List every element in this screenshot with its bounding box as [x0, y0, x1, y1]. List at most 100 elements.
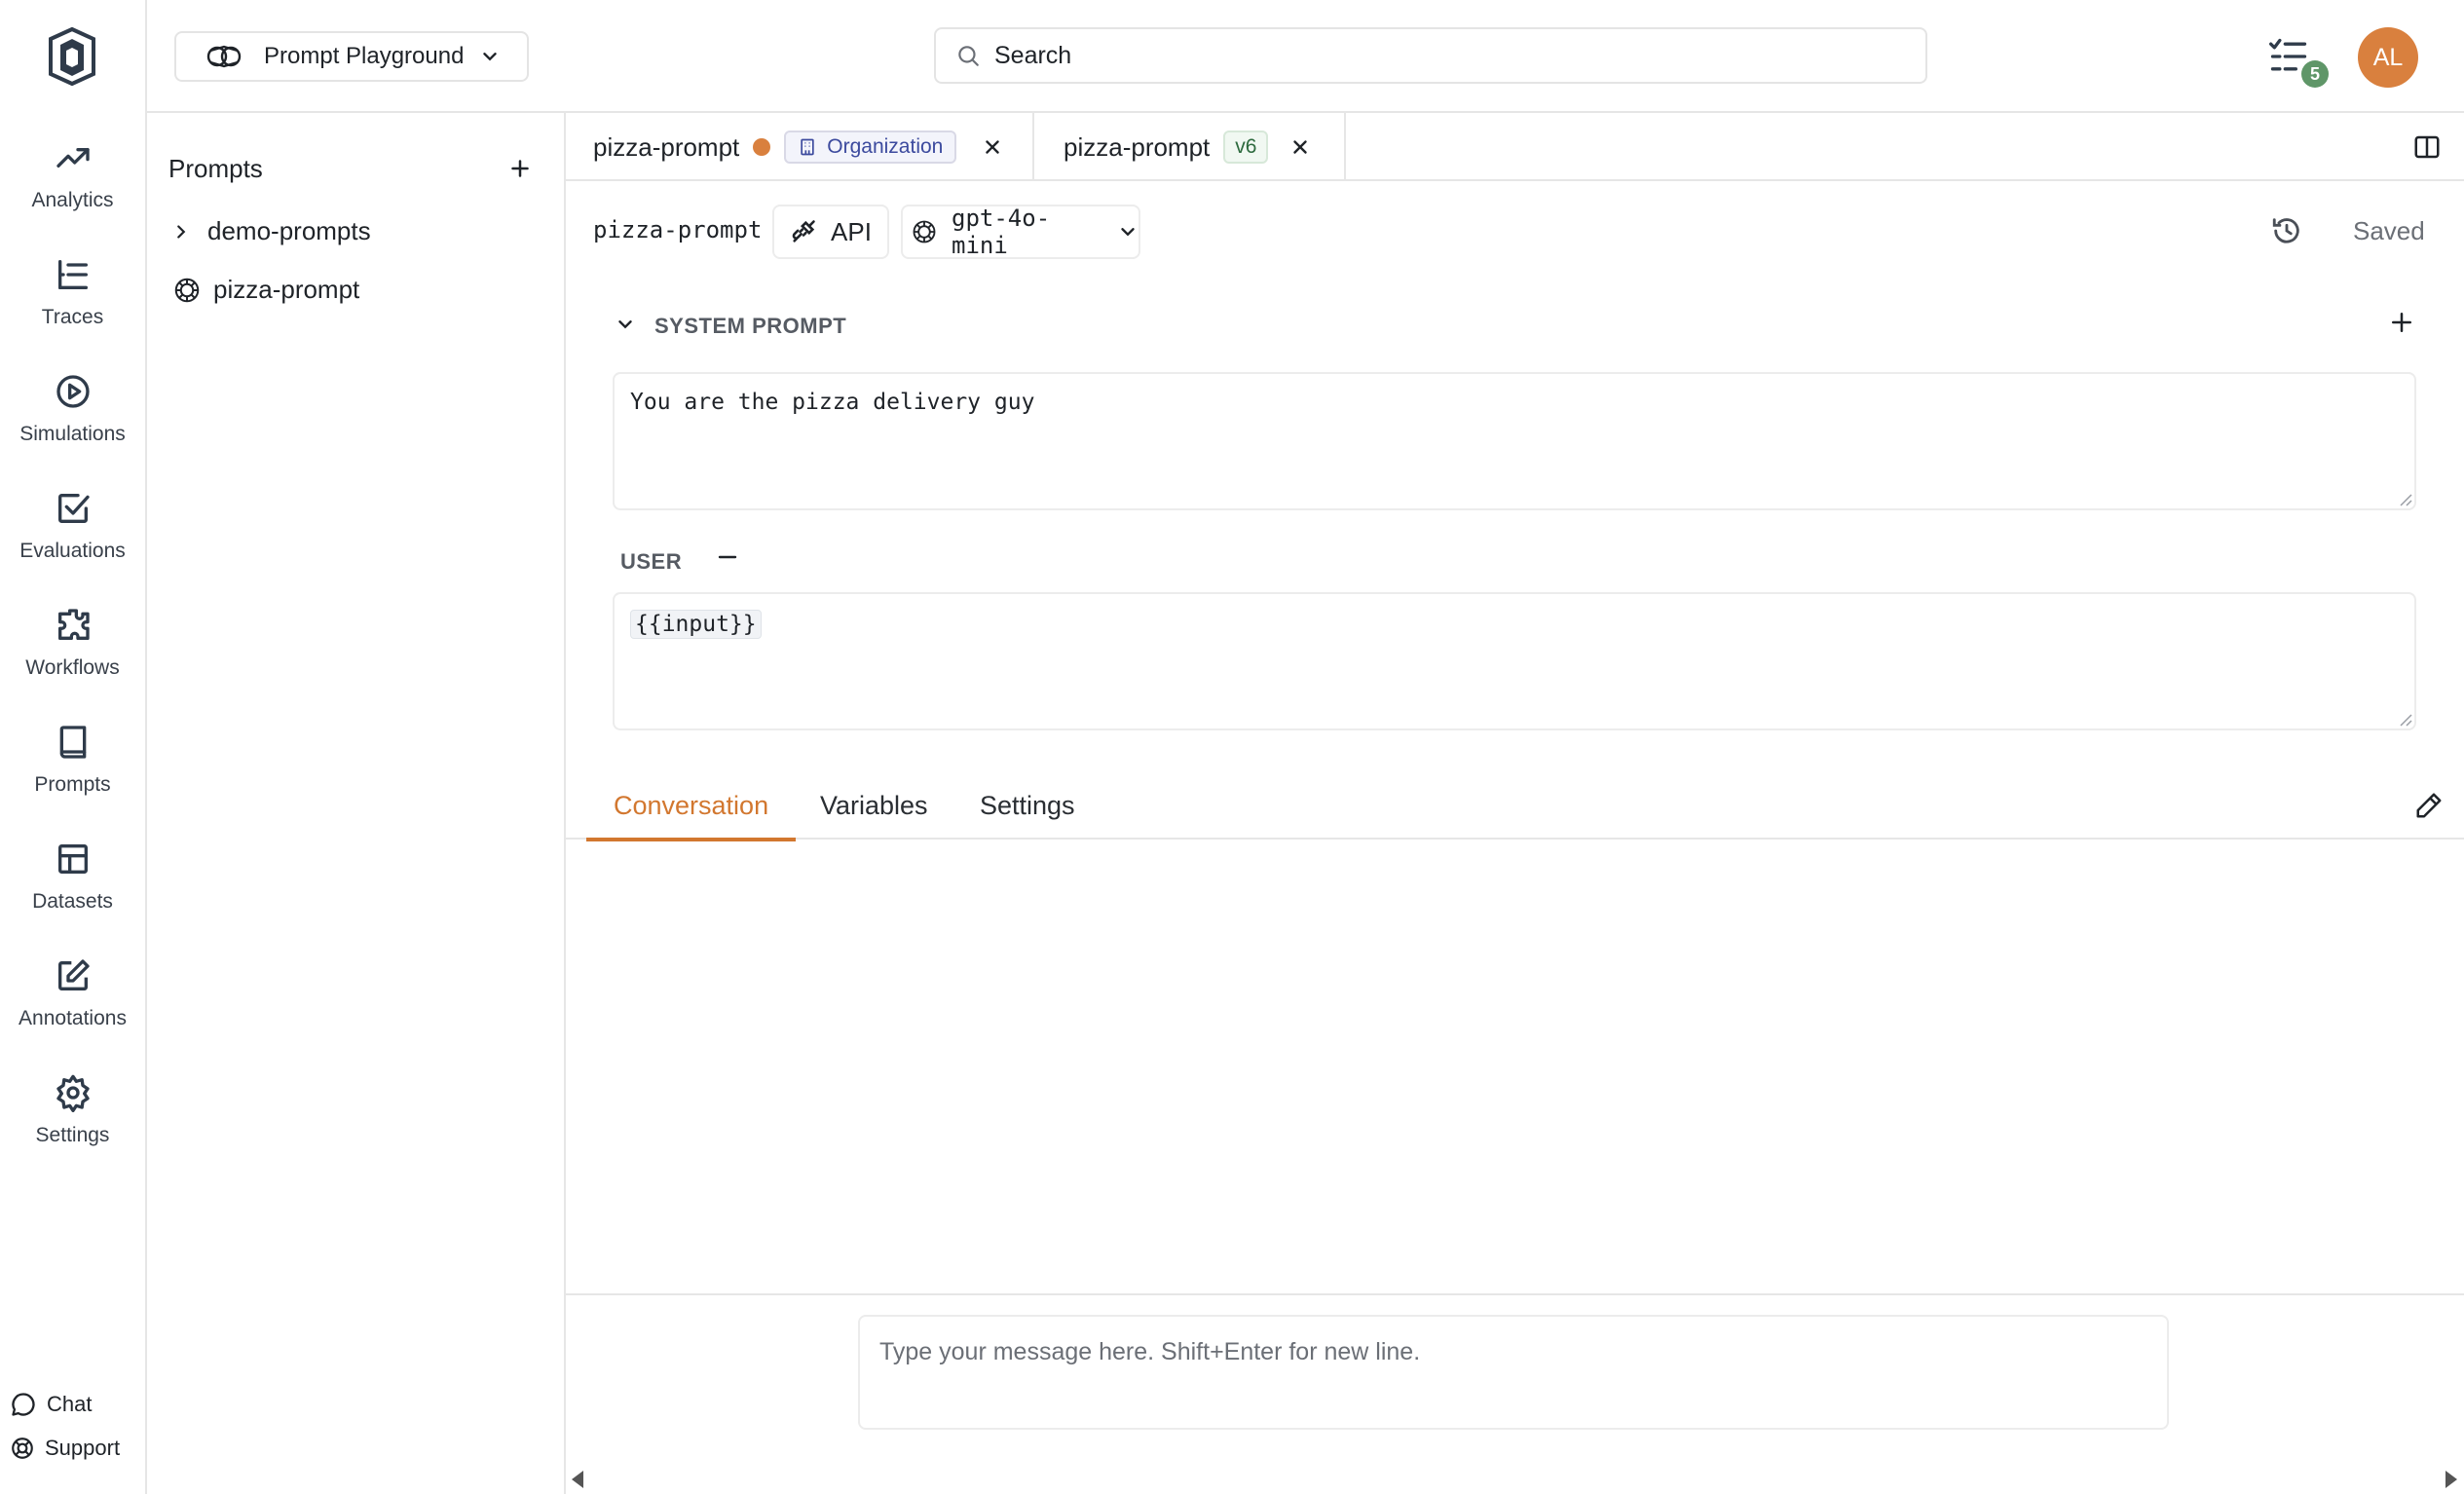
building-icon [801, 138, 814, 156]
support-link[interactable]: Support [10, 1436, 120, 1461]
api-label: API [831, 216, 872, 246]
search-icon [955, 43, 981, 68]
collapse-system-icon[interactable] [615, 314, 636, 335]
trending-up-icon [52, 136, 94, 179]
chat-bubble-icon [10, 1391, 37, 1418]
scroll-right-arrow-icon[interactable] [2445, 1471, 2457, 1488]
sidebar-item-label: Traces [41, 306, 104, 328]
add-message-button[interactable] [2387, 308, 2416, 337]
plus-icon [2392, 313, 2411, 332]
save-status: Saved [2353, 216, 2425, 245]
api-button[interactable]: API [772, 205, 889, 259]
tab-label: pizza-prompt [1064, 131, 1211, 162]
chevron-down-icon [479, 46, 501, 67]
edit-pencil-icon[interactable] [2414, 791, 2444, 820]
message-composer[interactable] [858, 1315, 2169, 1430]
list-tree-icon [52, 253, 94, 296]
close-icon[interactable] [1289, 136, 1311, 158]
add-prompt-button[interactable] [505, 154, 535, 183]
composer-area [566, 1293, 2464, 1494]
check-square-icon [52, 487, 94, 530]
sidebar-item-datasets[interactable]: Datasets [0, 838, 145, 935]
gear-icon [52, 1071, 94, 1114]
support-label: Support [45, 1436, 121, 1460]
tree-item-label: pizza-prompt [213, 275, 360, 304]
tree-item-pizza-prompt[interactable]: pizza-prompt [172, 275, 359, 305]
search-input[interactable] [994, 41, 1871, 70]
chevron-down-icon [1117, 221, 1139, 243]
plug-icon [790, 218, 817, 245]
play-circle-icon [52, 370, 94, 413]
book-icon [52, 721, 94, 764]
chevron-right-icon [170, 221, 192, 243]
tasks-button[interactable]: 5 [2266, 35, 2329, 88]
sidebar-item-evaluations[interactable]: Evaluations [0, 487, 145, 584]
sidebar-item-analytics[interactable]: Analytics [0, 136, 145, 234]
run-panel-tabs: Conversation Variables Settings [566, 771, 2464, 841]
user-message-editor[interactable]: {{input}} [613, 592, 2416, 730]
prompt-name: pizza-prompt [593, 216, 763, 243]
prompt-toolbar: pizza-prompt API gpt-4o-mini Saved [566, 205, 2464, 259]
openai-logo-icon [911, 218, 938, 245]
remove-message-button[interactable] [716, 545, 739, 569]
history-icon[interactable] [2270, 214, 2303, 247]
tab-settings[interactable]: Settings [980, 771, 1075, 840]
model-name: gpt-4o-mini [952, 205, 1051, 259]
workspace-select[interactable]: Prompt Playground [174, 31, 529, 82]
sidebar-item-label: Datasets [32, 890, 113, 913]
avatar[interactable]: AL [2358, 27, 2418, 88]
tab-variables[interactable]: Variables [820, 771, 928, 840]
chat-link[interactable]: Chat [10, 1391, 92, 1418]
sidebar-item-label: Evaluations [19, 540, 126, 562]
sidebar-item-traces[interactable]: Traces [0, 253, 145, 351]
scope-badge: Organization [784, 131, 957, 164]
tree-item-label: demo-prompts [207, 216, 371, 245]
prompts-panel-title: Prompts [168, 154, 263, 183]
pencil-square-icon [52, 954, 94, 997]
message-input[interactable] [860, 1317, 2167, 1428]
model-select[interactable]: gpt-4o-mini [901, 205, 1140, 259]
user-role-label: USER [620, 549, 683, 574]
resize-handle-icon[interactable] [2397, 711, 2412, 727]
sidebar-item-label: Prompts [34, 773, 111, 796]
system-prompt-label: SYSTEM PROMPT [654, 314, 847, 338]
sidebar-item-workflows[interactable]: Workflows [0, 604, 145, 701]
tasks-count-badge: 5 [2301, 60, 2329, 88]
sidebar-item-settings[interactable]: Settings [0, 1071, 145, 1169]
search-box[interactable] [934, 27, 1927, 84]
prompts-panel: Prompts demo-prompts pizza-prompt [147, 113, 566, 1494]
sidebar-item-annotations[interactable]: Annotations [0, 954, 145, 1052]
scope-label: Organization [827, 135, 944, 158]
sidebar-item-simulations[interactable]: Simulations [0, 370, 145, 467]
sidebar-item-label: Annotations [19, 1007, 127, 1029]
sidebar-item-label: Simulations [19, 423, 126, 445]
version-badge: v6 [1223, 131, 1269, 164]
top-bar: Prompt Playground 5 AL [147, 0, 2464, 113]
openai-logo-icon [202, 41, 248, 72]
openai-logo-icon [172, 276, 202, 305]
sidebar-item-label: Settings [35, 1124, 110, 1146]
app-logo-icon[interactable] [47, 25, 97, 88]
left-rail: Analytics Traces Simulations Evaluations… [0, 0, 147, 1494]
split-view-icon[interactable] [2412, 132, 2442, 162]
lifebuoy-icon [10, 1436, 35, 1461]
system-prompt-text: You are the pizza delivery guy [630, 390, 1035, 415]
puzzle-icon [52, 604, 94, 647]
sidebar-item-prompts[interactable]: Prompts [0, 721, 145, 818]
tab-pizza-prompt-v6[interactable]: pizza-prompt v6 [1034, 113, 1346, 181]
close-icon[interactable] [982, 136, 1003, 158]
tab-strip: pizza-prompt Organization pizza-prompt v… [566, 113, 2464, 181]
tab-conversation[interactable]: Conversation [585, 771, 797, 841]
resize-handle-icon[interactable] [2397, 491, 2412, 506]
minus-icon [718, 555, 737, 559]
template-variable: {{input}} [630, 610, 762, 639]
plus-icon [511, 160, 529, 177]
workspace-name: Prompt Playground [264, 43, 465, 69]
conversation-area [566, 841, 2464, 1291]
tree-folder-demo-prompts[interactable]: demo-prompts [170, 216, 371, 246]
chat-label: Chat [47, 1392, 93, 1416]
tab-pizza-prompt-organization[interactable]: pizza-prompt Organization [566, 113, 1034, 181]
system-prompt-editor[interactable]: You are the pizza delivery guy [613, 372, 2416, 510]
scroll-left-arrow-icon[interactable] [572, 1471, 583, 1488]
prompt-editor: pizza-prompt Organization pizza-prompt v… [566, 113, 2464, 1494]
